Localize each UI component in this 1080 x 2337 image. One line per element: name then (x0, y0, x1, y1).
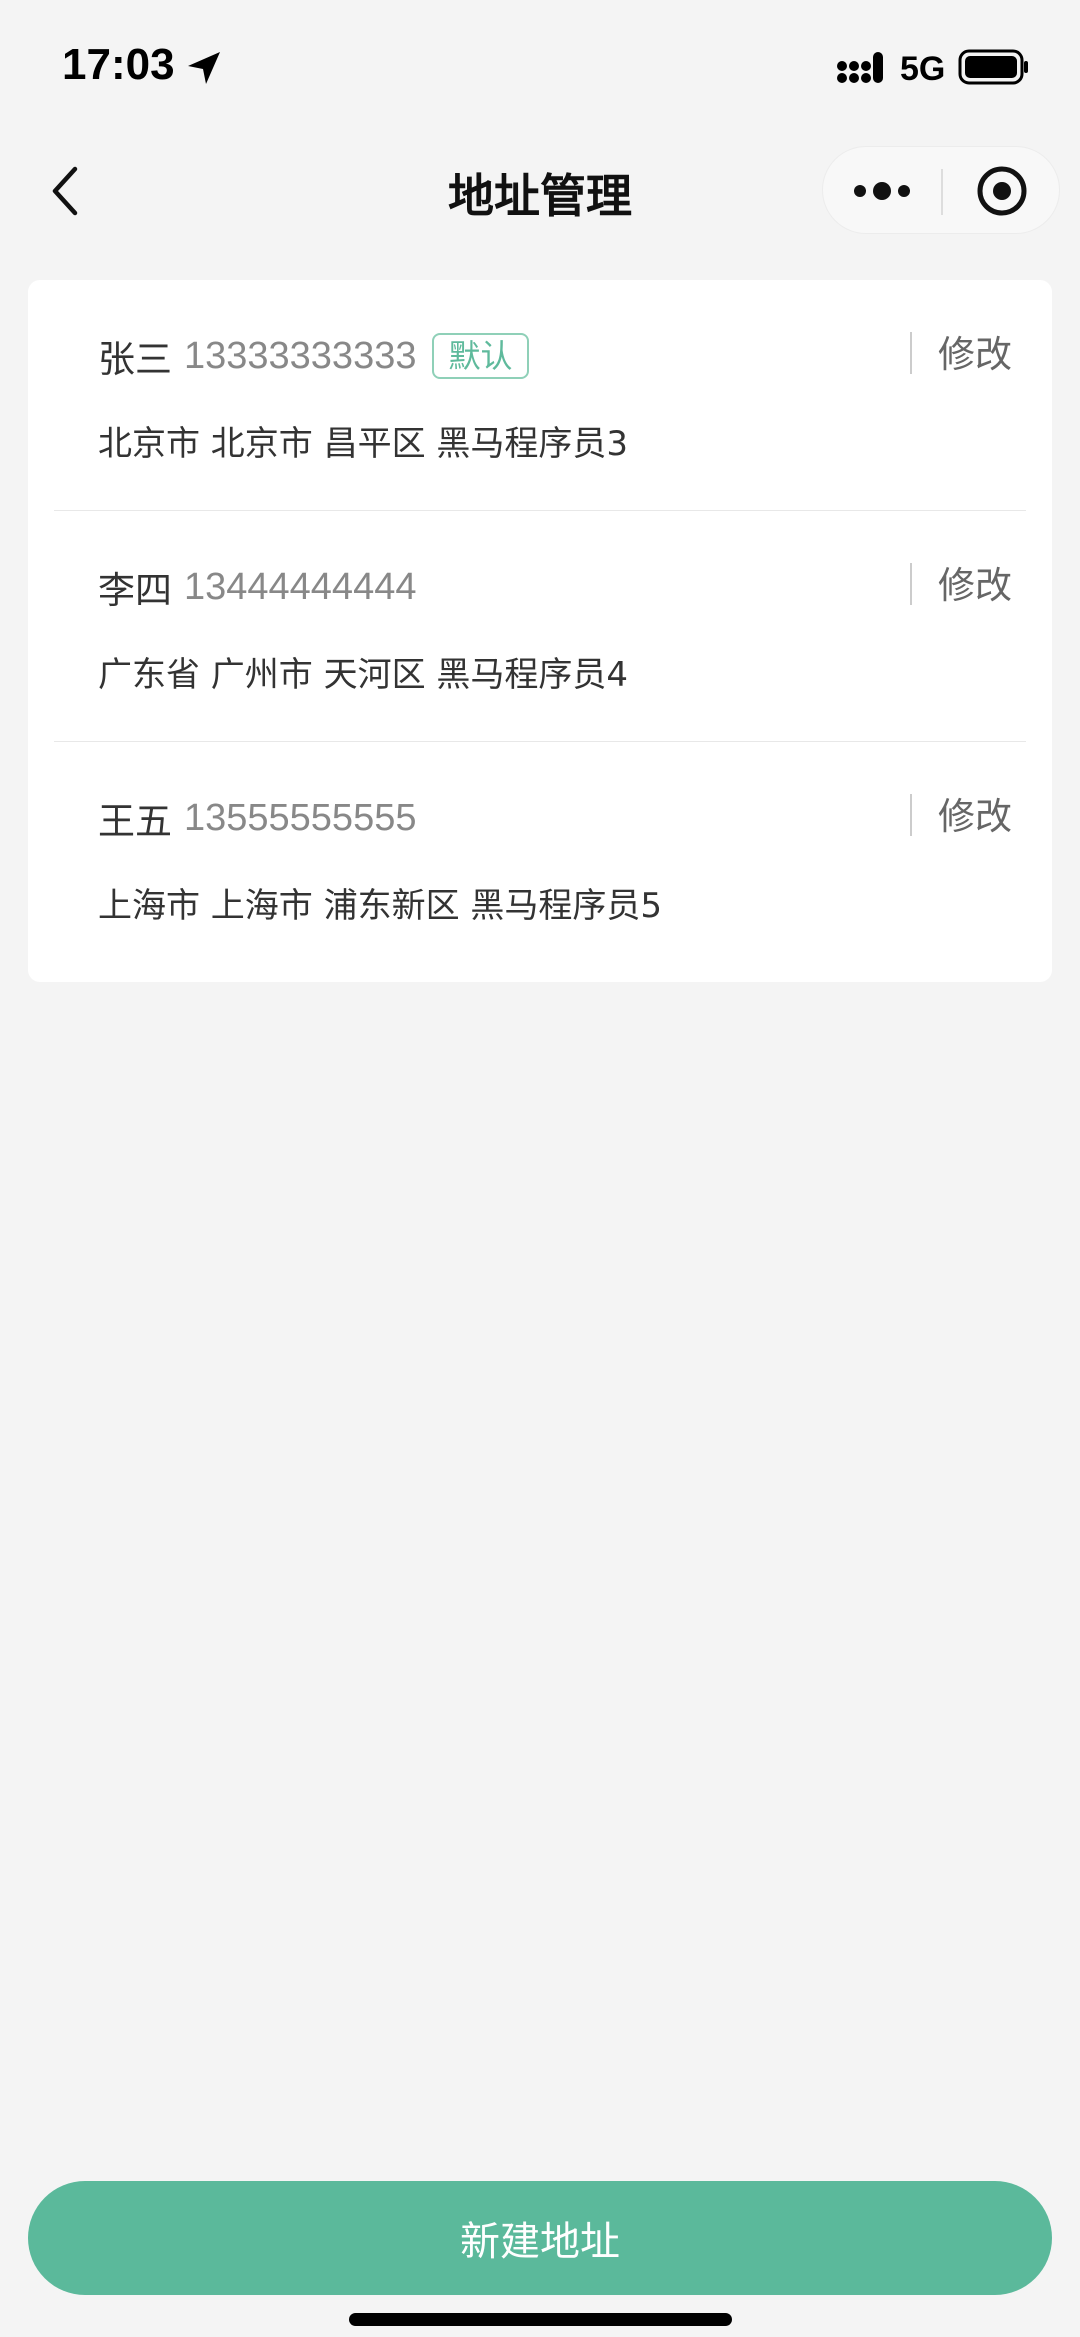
contact-phone: 13444444444 (184, 565, 417, 608)
navigation-bar: 地址管理 (0, 130, 1080, 252)
address-text: 广东省 广州市 天河区 黑马程序员4 (98, 655, 629, 695)
home-indicator (349, 2313, 732, 2326)
menu-capsule (822, 146, 1060, 234)
address-text: 上海市 上海市 浦东新区 黑马程序员5 (98, 886, 663, 926)
address-item[interactable]: 李四 13444444444 广东省 广州市 天河区 黑马程序员4 修改 (54, 511, 1026, 742)
contact-name: 李四 (98, 569, 172, 612)
address-item[interactable]: 张三 13333333333 默认 北京市 北京市 昌平区 黑马程序员3 修改 (54, 280, 1026, 511)
contact-line: 李四 13444444444 (98, 561, 416, 613)
edit-button[interactable]: 修改 (938, 324, 1012, 378)
contact-line: 张三 13333333333 默认 (98, 330, 529, 382)
contact-name: 张三 (98, 338, 172, 381)
battery-icon (958, 49, 1028, 85)
more-button[interactable] (823, 147, 941, 235)
contact-name: 王五 (98, 800, 172, 843)
address-item[interactable]: 王五 13555555555 上海市 上海市 浦东新区 黑马程序员5 修改 (54, 742, 1026, 973)
close-target-icon (977, 166, 1027, 216)
signal-icon (837, 52, 883, 83)
edit-button[interactable]: 修改 (938, 786, 1012, 840)
address-list: 张三 13333333333 默认 北京市 北京市 昌平区 黑马程序员3 修改 … (28, 280, 1052, 982)
status-bar: 17:03 5G (0, 0, 1080, 130)
contact-phone: 13333333333 (184, 334, 417, 377)
address-text: 北京市 北京市 昌平区 黑马程序员3 (98, 424, 629, 464)
edit-button[interactable]: 修改 (938, 555, 1012, 609)
edit-divider (910, 794, 912, 836)
contact-line: 王五 13555555555 (98, 792, 416, 844)
new-address-button[interactable]: 新建地址 (28, 2181, 1052, 2295)
close-miniprogram-button[interactable] (943, 147, 1061, 235)
default-badge: 默认 (432, 333, 529, 379)
edit-divider (910, 563, 912, 605)
location-arrow-icon (188, 52, 220, 84)
network-label: 5G (900, 50, 946, 88)
edit-divider (910, 332, 912, 374)
status-time: 17:03 (62, 40, 175, 89)
more-dots-icon (854, 182, 910, 200)
contact-phone: 13555555555 (184, 796, 417, 839)
